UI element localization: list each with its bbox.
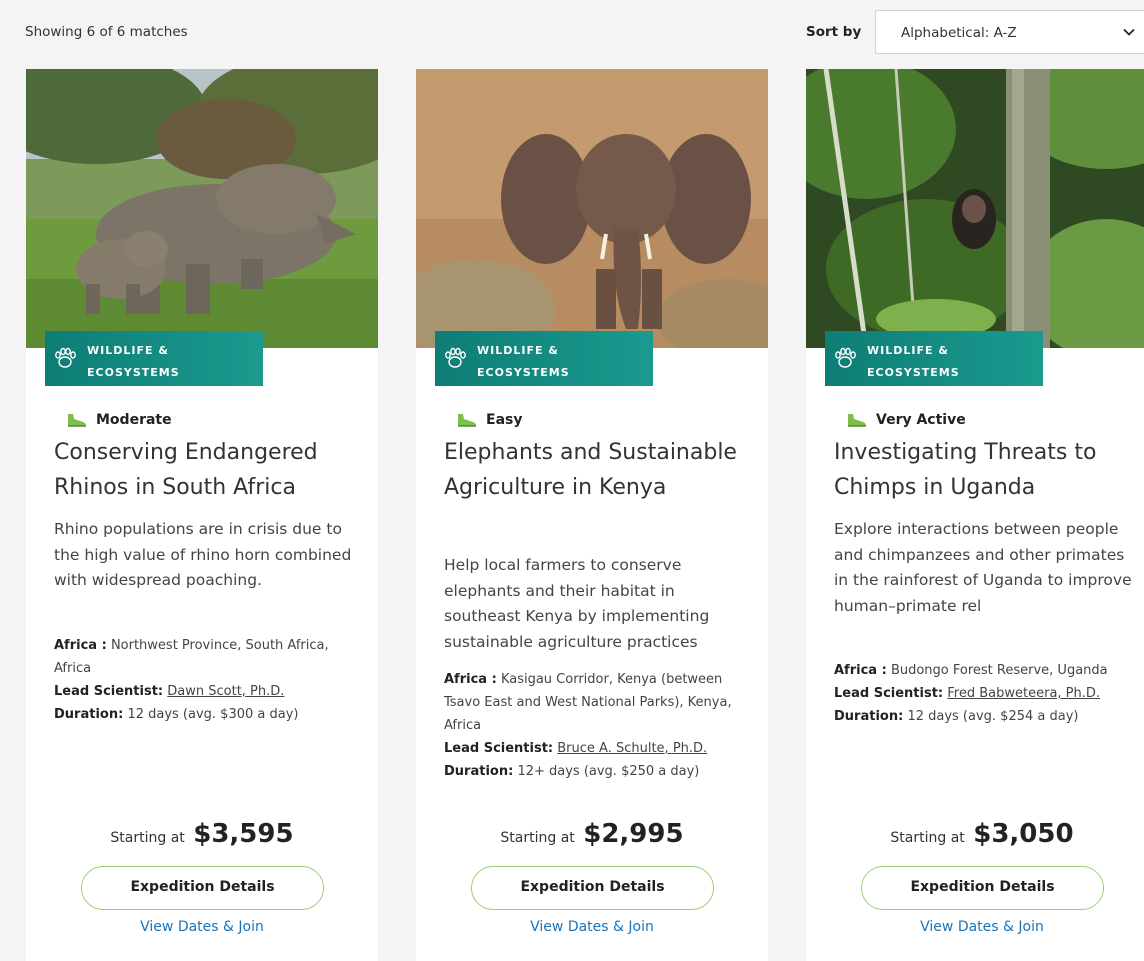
location-row: Africa : Budongo Forest Reserve, Uganda xyxy=(834,659,1134,682)
paw-icon xyxy=(445,347,466,368)
expedition-card: Wildlife & Ecosystems Very Active Invest… xyxy=(806,69,1144,961)
results-toolbar: Showing 6 of 6 matches Sort by Alphabeti… xyxy=(0,0,1144,64)
expedition-title[interactable]: Conserving Endangered Rhinos in South Af… xyxy=(54,435,354,505)
price-amount: $2,995 xyxy=(583,819,684,849)
activity-level-label: Moderate xyxy=(96,412,172,428)
expedition-description: Help local farmers to conserve elephants… xyxy=(444,556,710,651)
results-count: Showing 6 of 6 matches xyxy=(25,24,188,40)
price-row: Starting at $3,050 xyxy=(806,819,1144,849)
duration-row: Duration: 12 days (avg. $254 a day) xyxy=(834,705,1134,728)
location-value: Budongo Forest Reserve, Uganda xyxy=(890,663,1108,678)
duration-row: Duration: 12+ days (avg. $250 a day) xyxy=(444,760,744,783)
view-dates-join-link[interactable]: View Dates & Join xyxy=(416,919,768,935)
duration-label: Duration: xyxy=(834,709,904,724)
sort-dropdown[interactable]: Alphabetical: A-Z xyxy=(875,10,1144,54)
category-label: Wildlife & Ecosystems xyxy=(477,344,570,379)
price-amount: $3,595 xyxy=(193,819,294,849)
duration-label: Duration: xyxy=(54,707,124,722)
duration-value: 12+ days (avg. $250 a day) xyxy=(517,764,700,779)
activity-level-label: Very Active xyxy=(876,412,966,428)
duration-value: 12 days (avg. $300 a day) xyxy=(127,707,299,722)
category-label: Wildlife & Ecosystems xyxy=(87,344,180,379)
scientist-row: Lead Scientist: Bruce A. Schulte, Ph.D. xyxy=(444,737,744,760)
expedition-title[interactable]: Elephants and Sustainable Agriculture in… xyxy=(444,435,744,505)
price-prefix: Starting at xyxy=(890,830,965,846)
view-dates-join-link[interactable]: View Dates & Join xyxy=(26,919,378,935)
category-badge: Wildlife & Ecosystems xyxy=(45,331,263,386)
expedition-meta: Africa : Kasigau Corridor, Kenya (betwee… xyxy=(444,668,744,783)
scientist-link[interactable]: Bruce A. Schulte, Ph.D. xyxy=(557,741,707,756)
expedition-meta: Africa : Budongo Forest Reserve, Uganda … xyxy=(834,659,1134,728)
hiking-boot-icon xyxy=(68,414,86,427)
sort-label: Sort by xyxy=(806,24,862,40)
price-row: Starting at $2,995 xyxy=(416,819,768,849)
expedition-details-button[interactable]: Expedition Details xyxy=(861,866,1104,910)
price-prefix: Starting at xyxy=(500,830,575,846)
duration-label: Duration: xyxy=(444,764,514,779)
hiking-boot-icon xyxy=(458,414,476,427)
expedition-details-button[interactable]: Expedition Details xyxy=(81,866,324,910)
scientist-row: Lead Scientist: Fred Babweteera, Ph.D. xyxy=(834,682,1134,705)
price-prefix: Starting at xyxy=(110,830,185,846)
expedition-photo-elephant[interactable] xyxy=(416,69,768,348)
price-amount: $3,050 xyxy=(973,819,1074,849)
expedition-description: Explore interactions between people and … xyxy=(834,520,1132,615)
paw-icon xyxy=(835,347,856,368)
location-row: Africa : Kasigau Corridor, Kenya (betwee… xyxy=(444,668,744,737)
expedition-title[interactable]: Investigating Threats to Chimps in Ugand… xyxy=(834,435,1134,505)
sort-selected-value: Alphabetical: A-Z xyxy=(901,25,1017,41)
expedition-photo-chimp[interactable] xyxy=(806,69,1144,348)
category-badge: Wildlife & Ecosystems xyxy=(825,331,1043,386)
category-label: Wildlife & Ecosystems xyxy=(867,344,960,379)
chevron-down-icon xyxy=(1123,28,1135,36)
region-label: Africa : xyxy=(54,638,107,653)
hiking-boot-icon xyxy=(848,414,866,427)
category-badge: Wildlife & Ecosystems xyxy=(435,331,653,386)
duration-value: 12 days (avg. $254 a day) xyxy=(907,709,1079,724)
activity-level-label: Easy xyxy=(486,412,523,428)
expedition-meta: Africa : Northwest Province, South Afric… xyxy=(54,634,354,726)
region-label: Africa : xyxy=(444,672,497,687)
expedition-card: Wildlife & Ecosystems Moderate Conservin… xyxy=(26,69,378,961)
scientist-label: Lead Scientist: xyxy=(834,686,944,701)
expedition-card: Wildlife & Ecosystems Easy Elephants and… xyxy=(416,69,768,961)
expedition-description: Rhino populations are in crisis due to t… xyxy=(54,520,352,589)
expedition-details-button[interactable]: Expedition Details xyxy=(471,866,714,910)
scientist-label: Lead Scientist: xyxy=(444,741,554,756)
location-row: Africa : Northwest Province, South Afric… xyxy=(54,634,354,680)
expedition-photo-rhinos[interactable] xyxy=(26,69,378,348)
scientist-row: Lead Scientist: Dawn Scott, Ph.D. xyxy=(54,680,354,703)
scientist-link[interactable]: Dawn Scott, Ph.D. xyxy=(167,684,284,699)
region-label: Africa : xyxy=(834,663,887,678)
paw-icon xyxy=(55,347,76,368)
view-dates-join-link[interactable]: View Dates & Join xyxy=(806,919,1144,935)
price-row: Starting at $3,595 xyxy=(26,819,378,849)
scientist-link[interactable]: Fred Babweteera, Ph.D. xyxy=(947,686,1100,701)
scientist-label: Lead Scientist: xyxy=(54,684,164,699)
duration-row: Duration: 12 days (avg. $300 a day) xyxy=(54,703,354,726)
